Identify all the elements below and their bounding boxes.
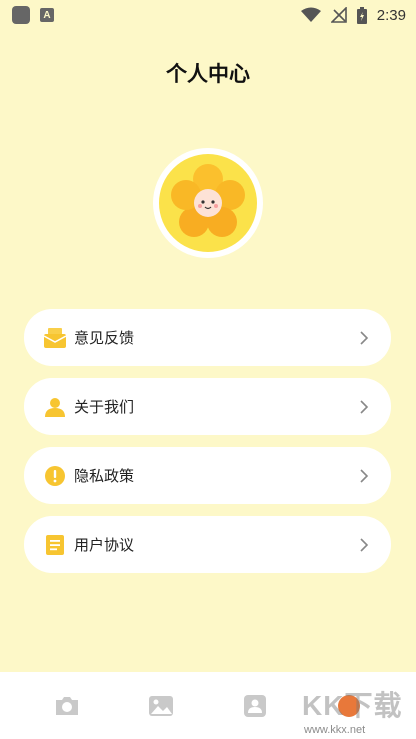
camera-icon [56, 696, 78, 715]
battery-charging-icon [356, 6, 367, 24]
menu-item-feedback[interactable]: 意见反馈 [24, 309, 391, 366]
chevron-right-icon [357, 468, 371, 483]
status-bar: A 2:39 [0, 0, 416, 30]
a-notification-icon: A [40, 8, 54, 22]
profile-dot-icon [338, 694, 360, 717]
page-title: 个人中心 [166, 62, 250, 86]
menu-item-label: 意见反馈 [74, 329, 135, 347]
chevron-right-icon [357, 399, 371, 414]
menu-item-about[interactable]: 关于我们 [24, 378, 391, 435]
flower-avatar-icon [171, 164, 245, 237]
settings-menu: 意见反馈 关于我们 隐私政策 用户协议 [24, 309, 391, 573]
menu-item-label: 隐私政策 [74, 467, 135, 485]
user-card-icon [244, 694, 266, 717]
nav-camera[interactable] [37, 681, 97, 731]
no-signal-icon [330, 7, 347, 23]
feedback-envelope-icon [44, 327, 66, 349]
chevron-right-icon [357, 537, 371, 552]
avatar[interactable] [153, 148, 263, 258]
menu-item-label: 用户协议 [74, 536, 135, 554]
chevron-right-icon [357, 330, 371, 345]
clock: 2:39 [376, 6, 406, 24]
menu-item-label: 关于我们 [74, 398, 135, 416]
nav-gallery[interactable] [131, 681, 191, 731]
person-icon [44, 396, 66, 418]
wifi-icon [300, 7, 321, 22]
nav-profile[interactable] [225, 681, 285, 731]
image-icon [149, 695, 173, 716]
menu-item-privacy-policy[interactable]: 隐私政策 [24, 447, 391, 504]
nav-extra[interactable] [319, 681, 379, 731]
document-icon [44, 534, 66, 556]
app-square-icon [12, 6, 30, 24]
menu-item-user-agreement[interactable]: 用户协议 [24, 516, 391, 573]
bottom-nav [0, 672, 416, 739]
exclamation-circle-icon [44, 465, 66, 487]
